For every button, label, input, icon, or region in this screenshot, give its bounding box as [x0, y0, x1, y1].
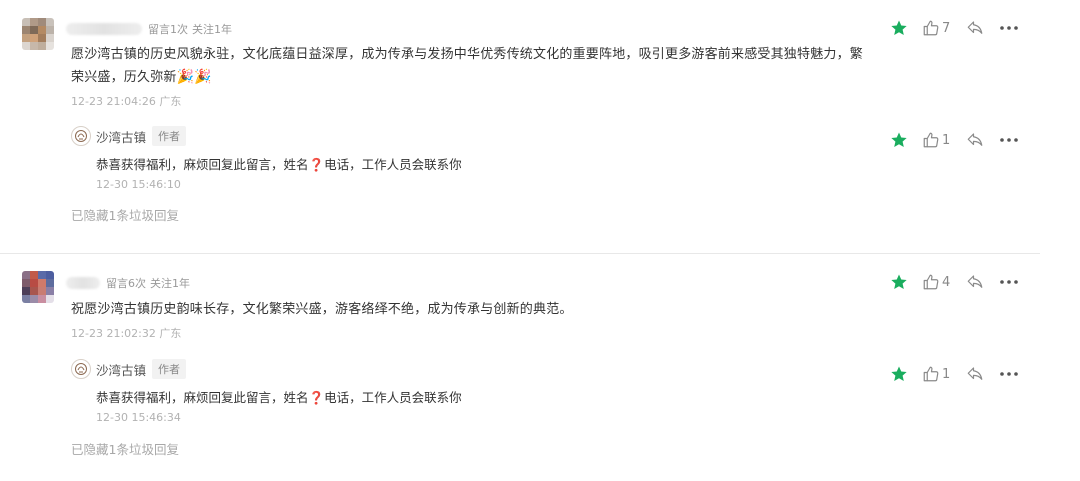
star-icon[interactable] [888, 271, 910, 293]
question-mark-emoji: ❓ [308, 390, 325, 405]
author-reply-header: 沙湾古镇 作者 [71, 126, 187, 146]
question-mark-emoji: ❓ [308, 157, 325, 172]
reply-button[interactable] [964, 129, 986, 151]
more-options-button[interactable] [998, 129, 1020, 151]
comment-time: 12-23 21:04:26 广东 [71, 95, 182, 108]
more-dots-icon [1000, 26, 1018, 30]
reply-button[interactable] [964, 17, 986, 39]
shawan-logo-avatar[interactable] [71, 359, 91, 379]
more-dots-icon [1000, 372, 1018, 376]
thumbs-up-icon [923, 366, 939, 382]
follow-duration: 关注1年 [150, 277, 190, 290]
follow-duration: 关注1年 [192, 23, 232, 36]
nickname-blurred[interactable] [66, 23, 142, 35]
reply-arrow-icon [967, 133, 983, 146]
star-icon[interactable] [888, 17, 910, 39]
reply-actions: 1 [888, 129, 1020, 151]
reply-author-name[interactable]: 沙湾古镇 [96, 127, 146, 146]
comment-content: 愿沙湾古镇的历史风貌永驻，文化底蕴日益深厚，成为传承与发扬中华优秀传统文化的重要… [71, 47, 864, 85]
reply-arrow-icon [967, 21, 983, 34]
hidden-spam-replies-link[interactable]: 已隐藏1条垃圾回复 [71, 205, 179, 224]
comment-meta: 留言6次 关注1年 [66, 275, 190, 291]
author-badge: 作者 [152, 126, 187, 146]
more-dots-icon [1000, 138, 1018, 142]
hidden-spam-replies-link[interactable]: 已隐藏1条垃圾回复 [71, 439, 179, 458]
more-dots-icon [1000, 280, 1018, 284]
comment-actions: 4 [888, 271, 1020, 293]
like-button[interactable]: 7 [922, 19, 952, 37]
user-avatar[interactable] [22, 271, 54, 303]
comment-content: 祝愿沙湾古镇历史韵味长存，文化繁荣兴盛，游客络绎不绝，成为传承与创新的典范。 [71, 302, 573, 317]
like-button[interactable]: 1 [922, 365, 952, 383]
user-avatar[interactable] [22, 18, 54, 50]
thumbs-up-icon [923, 274, 939, 290]
nickname-blurred[interactable] [66, 277, 100, 289]
author-badge: 作者 [152, 359, 187, 379]
party-popper-emoji: 🎉🎉 [176, 69, 212, 85]
comment-item: 留言6次 关注1年 祝愿沙湾古镇历史韵味长存，文化繁荣兴盛，游客络绎不绝，成为传… [0, 254, 1080, 481]
reply-content: 恭喜获得福利，麻烦回复此留言，姓名❓电话，工作人员会联系你 [96, 157, 462, 172]
message-count: 留言1次 [148, 23, 188, 36]
comment-time: 12-23 21:02:32 广东 [71, 327, 182, 340]
thumbs-up-icon [923, 132, 939, 148]
comment-meta: 留言1次 关注1年 [66, 21, 232, 37]
reply-arrow-icon [967, 275, 983, 288]
like-button[interactable]: 4 [922, 273, 952, 291]
star-icon[interactable] [888, 129, 910, 151]
reply-time: 12-30 15:46:34 [96, 411, 181, 424]
reply-actions: 1 [888, 363, 1020, 385]
reply-author-name[interactable]: 沙湾古镇 [96, 360, 146, 379]
comment-actions: 7 [888, 17, 1020, 39]
reply-time: 12-30 15:46:10 [96, 178, 181, 191]
thumbs-up-icon [923, 20, 939, 36]
more-options-button[interactable] [998, 363, 1020, 385]
reply-button[interactable] [964, 271, 986, 293]
reply-button[interactable] [964, 363, 986, 385]
more-options-button[interactable] [998, 17, 1020, 39]
more-options-button[interactable] [998, 271, 1020, 293]
comment-item: 留言1次 关注1年 愿沙湾古镇的历史风貌永驻，文化底蕴日益深厚，成为传承与发扬中… [0, 0, 1080, 254]
like-count: 4 [942, 274, 951, 290]
like-count: 1 [942, 132, 951, 148]
like-count: 7 [942, 20, 951, 36]
like-count: 1 [942, 366, 951, 382]
shawan-logo-avatar[interactable] [71, 126, 91, 146]
star-icon[interactable] [888, 363, 910, 385]
reply-content: 恭喜获得福利，麻烦回复此留言，姓名❓电话，工作人员会联系你 [96, 390, 462, 405]
reply-arrow-icon [967, 367, 983, 380]
like-button[interactable]: 1 [922, 131, 952, 149]
message-count: 留言6次 [106, 277, 146, 290]
author-reply-header: 沙湾古镇 作者 [71, 359, 187, 379]
